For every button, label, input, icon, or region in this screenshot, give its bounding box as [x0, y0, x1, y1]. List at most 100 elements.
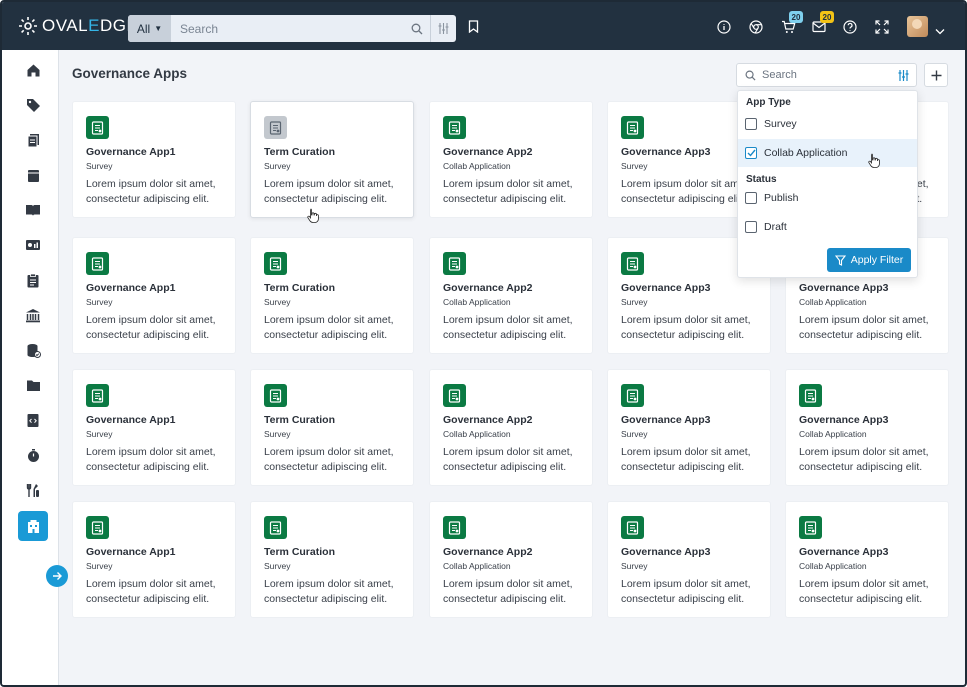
app-card-title: Governance App1	[86, 146, 176, 158]
app-card[interactable]: Governance App2 Collab Application Lorem i…	[429, 237, 593, 354]
app-card-type: Survey	[264, 297, 291, 307]
app-card-title: Governance App3	[621, 546, 711, 558]
app-logo[interactable]: OVALEDGE	[18, 16, 138, 36]
app-card[interactable]: Governance App2 Collab Application Lorem i…	[429, 101, 593, 218]
add-app-button[interactable]	[924, 63, 948, 87]
app-card-title: Governance App3	[799, 282, 889, 294]
sidebar-item-folder[interactable]	[18, 370, 48, 400]
chrome-extension-icon[interactable]	[749, 20, 763, 39]
filter-option-label: Draft	[764, 221, 787, 233]
advanced-filter-icon[interactable]	[430, 15, 456, 42]
app-card[interactable]: Governance App3 Survey Lorem ipsum dolor s…	[607, 369, 771, 486]
book-stack-icon	[27, 169, 39, 182]
app-card[interactable]: Governance App1 Survey Lorem ipsum dolor s…	[72, 101, 236, 218]
app-window: OVALEDGE All ▼ Search 20 20 Governance A…	[0, 0, 967, 687]
app-card[interactable]: Governance App3 Survey Lorem ipsum dolor s…	[607, 501, 771, 618]
app-card[interactable]: Governance App2 Collab Application Lorem i…	[429, 369, 593, 486]
search-scope-label: All	[136, 21, 151, 36]
apply-filter-button[interactable]: Apply Filter	[827, 248, 911, 272]
expand-sidebar-button[interactable]	[46, 565, 68, 587]
arrow-right-icon	[53, 572, 62, 580]
search-scope-dropdown[interactable]: All ▼	[128, 15, 171, 42]
sidebar-item-home[interactable]	[18, 55, 48, 85]
app-card[interactable]: Governance App1 Survey Lorem ipsum dolor s…	[72, 369, 236, 486]
database-check-icon	[27, 343, 41, 358]
app-document-icon	[86, 252, 109, 275]
app-document-icon	[799, 516, 822, 539]
publish-checkbox[interactable]	[745, 192, 757, 204]
app-card[interactable]: Term Curation Survey Lorem ipsum dolor sit…	[250, 501, 414, 618]
filter-option-survey[interactable]: Survey	[738, 110, 917, 138]
filter-option-label: Survey	[764, 118, 797, 130]
survey-checkbox[interactable]	[745, 118, 757, 130]
app-card[interactable]: Term Curation Survey Lorem ipsum dolor sit…	[250, 101, 414, 218]
sidebar-item-bank[interactable]	[18, 300, 48, 330]
page-title: Governance Apps	[72, 66, 188, 81]
sidebar-item-tags[interactable]	[18, 90, 48, 120]
app-card-description: Lorem ipsum dolor sit amet, consectetur …	[621, 578, 751, 605]
filter-option-publish[interactable]: Publish	[738, 184, 917, 212]
filter-option-collab-application[interactable]: Collab Application	[738, 139, 917, 167]
sidebar-item-governance-apps[interactable]	[18, 511, 48, 541]
app-card[interactable]: Term Curation Survey Lorem ipsum dolor sit…	[250, 369, 414, 486]
app-card-title: Term Curation	[264, 546, 335, 558]
app-card-type: Collab Application	[799, 429, 867, 439]
sidebar-item-glossary[interactable]	[18, 125, 48, 155]
app-card-title: Term Curation	[264, 282, 335, 294]
app-card[interactable]: Governance App2 Collab Application Lorem i…	[429, 501, 593, 618]
avatar[interactable]	[907, 16, 928, 37]
app-document-icon	[621, 516, 644, 539]
app-document-icon	[799, 384, 822, 407]
apps-search-input[interactable]: Search	[762, 69, 897, 81]
draft-checkbox[interactable]	[745, 221, 757, 233]
app-card-type: Survey	[86, 297, 113, 307]
sidebar-item-tools[interactable]	[18, 475, 48, 505]
filter-sliders-icon[interactable]	[897, 69, 910, 82]
search-icon[interactable]	[404, 15, 430, 42]
app-card-description: Lorem ipsum dolor sit amet, consectetur …	[443, 446, 573, 473]
collab-application-checkbox[interactable]	[745, 147, 757, 159]
app-card-title: Governance App3	[621, 146, 711, 158]
filter-option-draft[interactable]: Draft	[738, 213, 917, 241]
app-card-description: Lorem ipsum dolor sit amet, consectetur …	[621, 446, 751, 473]
sidebar-item-book-stack[interactable]	[18, 160, 48, 190]
filter-option-label: Publish	[764, 192, 799, 204]
app-card-title: Governance App1	[86, 282, 176, 294]
bookmark-icon[interactable]	[468, 20, 479, 38]
app-document-icon	[86, 384, 109, 407]
app-card-description: Lorem ipsum dolor sit amet, consectetur …	[799, 314, 929, 341]
sidebar-item-dashboard[interactable]	[18, 230, 48, 260]
dashboard-icon	[26, 240, 40, 250]
app-card[interactable]: Governance App3 Collab Application Lorem i…	[785, 501, 949, 618]
mail-icon[interactable]: 20	[812, 11, 834, 38]
app-card-type: Survey	[86, 561, 113, 571]
app-card-description: Lorem ipsum dolor sit amet, consectetur …	[86, 446, 216, 473]
app-card[interactable]: Governance App3 Collab Application Lorem i…	[785, 369, 949, 486]
app-card-type: Collab Application	[443, 297, 511, 307]
chevron-down-icon[interactable]	[935, 22, 945, 40]
app-card[interactable]: Governance App1 Survey Lorem ipsum dolor s…	[72, 237, 236, 354]
app-card-title: Term Curation	[264, 414, 335, 426]
app-card[interactable]: Governance App1 Survey Lorem ipsum dolor s…	[72, 501, 236, 618]
sidebar-item-clipboard[interactable]	[18, 265, 48, 295]
app-card-title: Governance App3	[621, 282, 711, 294]
cart-icon[interactable]: 20	[781, 11, 803, 39]
app-card-type: Survey	[264, 429, 291, 439]
info-icon[interactable]	[717, 20, 731, 39]
app-card-description: Lorem ipsum dolor sit amet, consectetur …	[443, 578, 573, 605]
sidebar-item-timer[interactable]	[18, 440, 48, 470]
apps-search-field[interactable]: Search	[736, 63, 917, 87]
app-card[interactable]: Term Curation Survey Lorem ipsum dolor sit…	[250, 237, 414, 354]
funnel-icon	[834, 254, 846, 266]
help-icon[interactable]	[843, 20, 857, 39]
app-card-description: Lorem ipsum dolor sit amet, consectetur …	[264, 314, 394, 341]
sidebar-item-code[interactable]	[18, 405, 48, 435]
fullscreen-icon[interactable]	[875, 20, 889, 39]
app-card-description: Lorem ipsum dolor sit amet, consectetur …	[443, 178, 573, 205]
home-icon	[27, 64, 39, 76]
app-card-type: Survey	[264, 161, 291, 171]
sidebar-item-database[interactable]	[18, 335, 48, 365]
app-card-description: Lorem ipsum dolor sit amet, consectetur …	[264, 578, 394, 605]
sidebar-item-open-book[interactable]	[18, 195, 48, 225]
global-search-input[interactable]: Search	[171, 15, 404, 42]
